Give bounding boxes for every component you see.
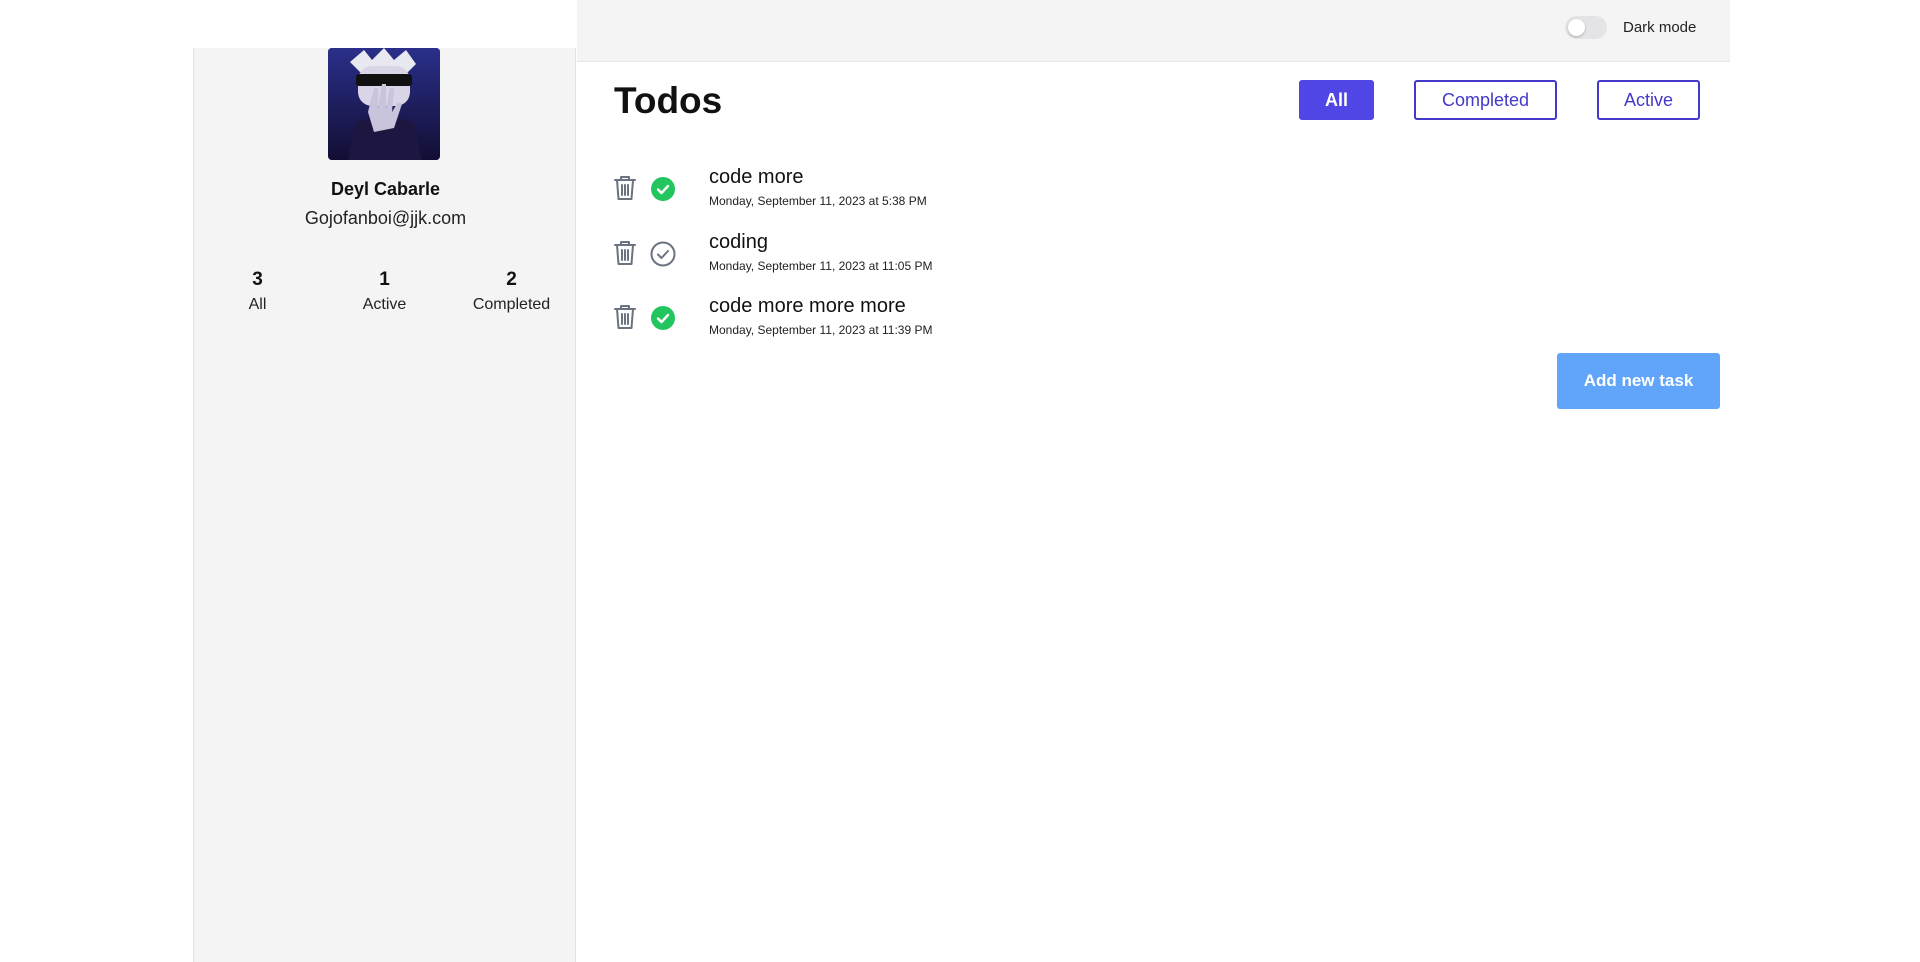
stat-completed-count: 2 — [506, 269, 517, 290]
stat-active-label: Active — [362, 296, 407, 313]
todo-item: code more more more Monday, September 11… — [612, 293, 1312, 341]
trash-icon[interactable] — [612, 303, 638, 331]
stat-all-label: All — [248, 296, 267, 313]
toggle-knob — [1568, 19, 1585, 36]
todo-date: Monday, September 11, 2023 at 5:38 PM — [709, 194, 927, 208]
todo-title: coding — [709, 231, 768, 253]
stat-completed: 2 Completed — [448, 269, 575, 315]
stat-all: 3 All — [194, 269, 321, 315]
todo-date: Monday, September 11, 2023 at 11:39 PM — [709, 323, 933, 337]
filter-all-button[interactable]: All — [1299, 80, 1374, 120]
avatar — [328, 48, 440, 160]
page-title: Todos — [614, 80, 723, 121]
todo-title: code more more more — [709, 295, 906, 317]
check-circle-filled-icon[interactable] — [650, 176, 676, 202]
check-circle-outline-icon[interactable] — [650, 241, 676, 267]
todo-item: coding Monday, September 11, 2023 at 11:… — [612, 229, 1312, 277]
stat-all-count: 3 — [252, 269, 263, 290]
filter-completed-button[interactable]: Completed — [1414, 80, 1557, 120]
todo-item: code more Monday, September 11, 2023 at … — [612, 164, 1312, 212]
top-bar: Dark mode — [577, 0, 1730, 62]
filter-active-button[interactable]: Active — [1597, 80, 1700, 120]
profile-name: Deyl Cabarle — [330, 179, 441, 199]
todo-title: code more — [709, 166, 804, 188]
add-new-task-button[interactable]: Add new task — [1557, 353, 1720, 409]
trash-icon[interactable] — [612, 239, 638, 267]
dark-mode-toggle[interactable] — [1565, 16, 1607, 39]
trash-icon[interactable] — [612, 174, 638, 202]
dark-mode-label: Dark mode — [1623, 19, 1697, 36]
stat-active-count: 1 — [379, 269, 390, 290]
check-circle-filled-icon[interactable] — [650, 305, 676, 331]
stat-completed-label: Completed — [472, 296, 551, 313]
todo-date: Monday, September 11, 2023 at 11:05 PM — [709, 259, 933, 273]
stat-active: 1 Active — [321, 269, 448, 315]
profile-sidebar: Deyl Cabarle Gojofanboi@jjk.com 3 All 1 … — [193, 48, 576, 962]
profile-email: Gojofanboi@jjk.com — [304, 208, 467, 228]
